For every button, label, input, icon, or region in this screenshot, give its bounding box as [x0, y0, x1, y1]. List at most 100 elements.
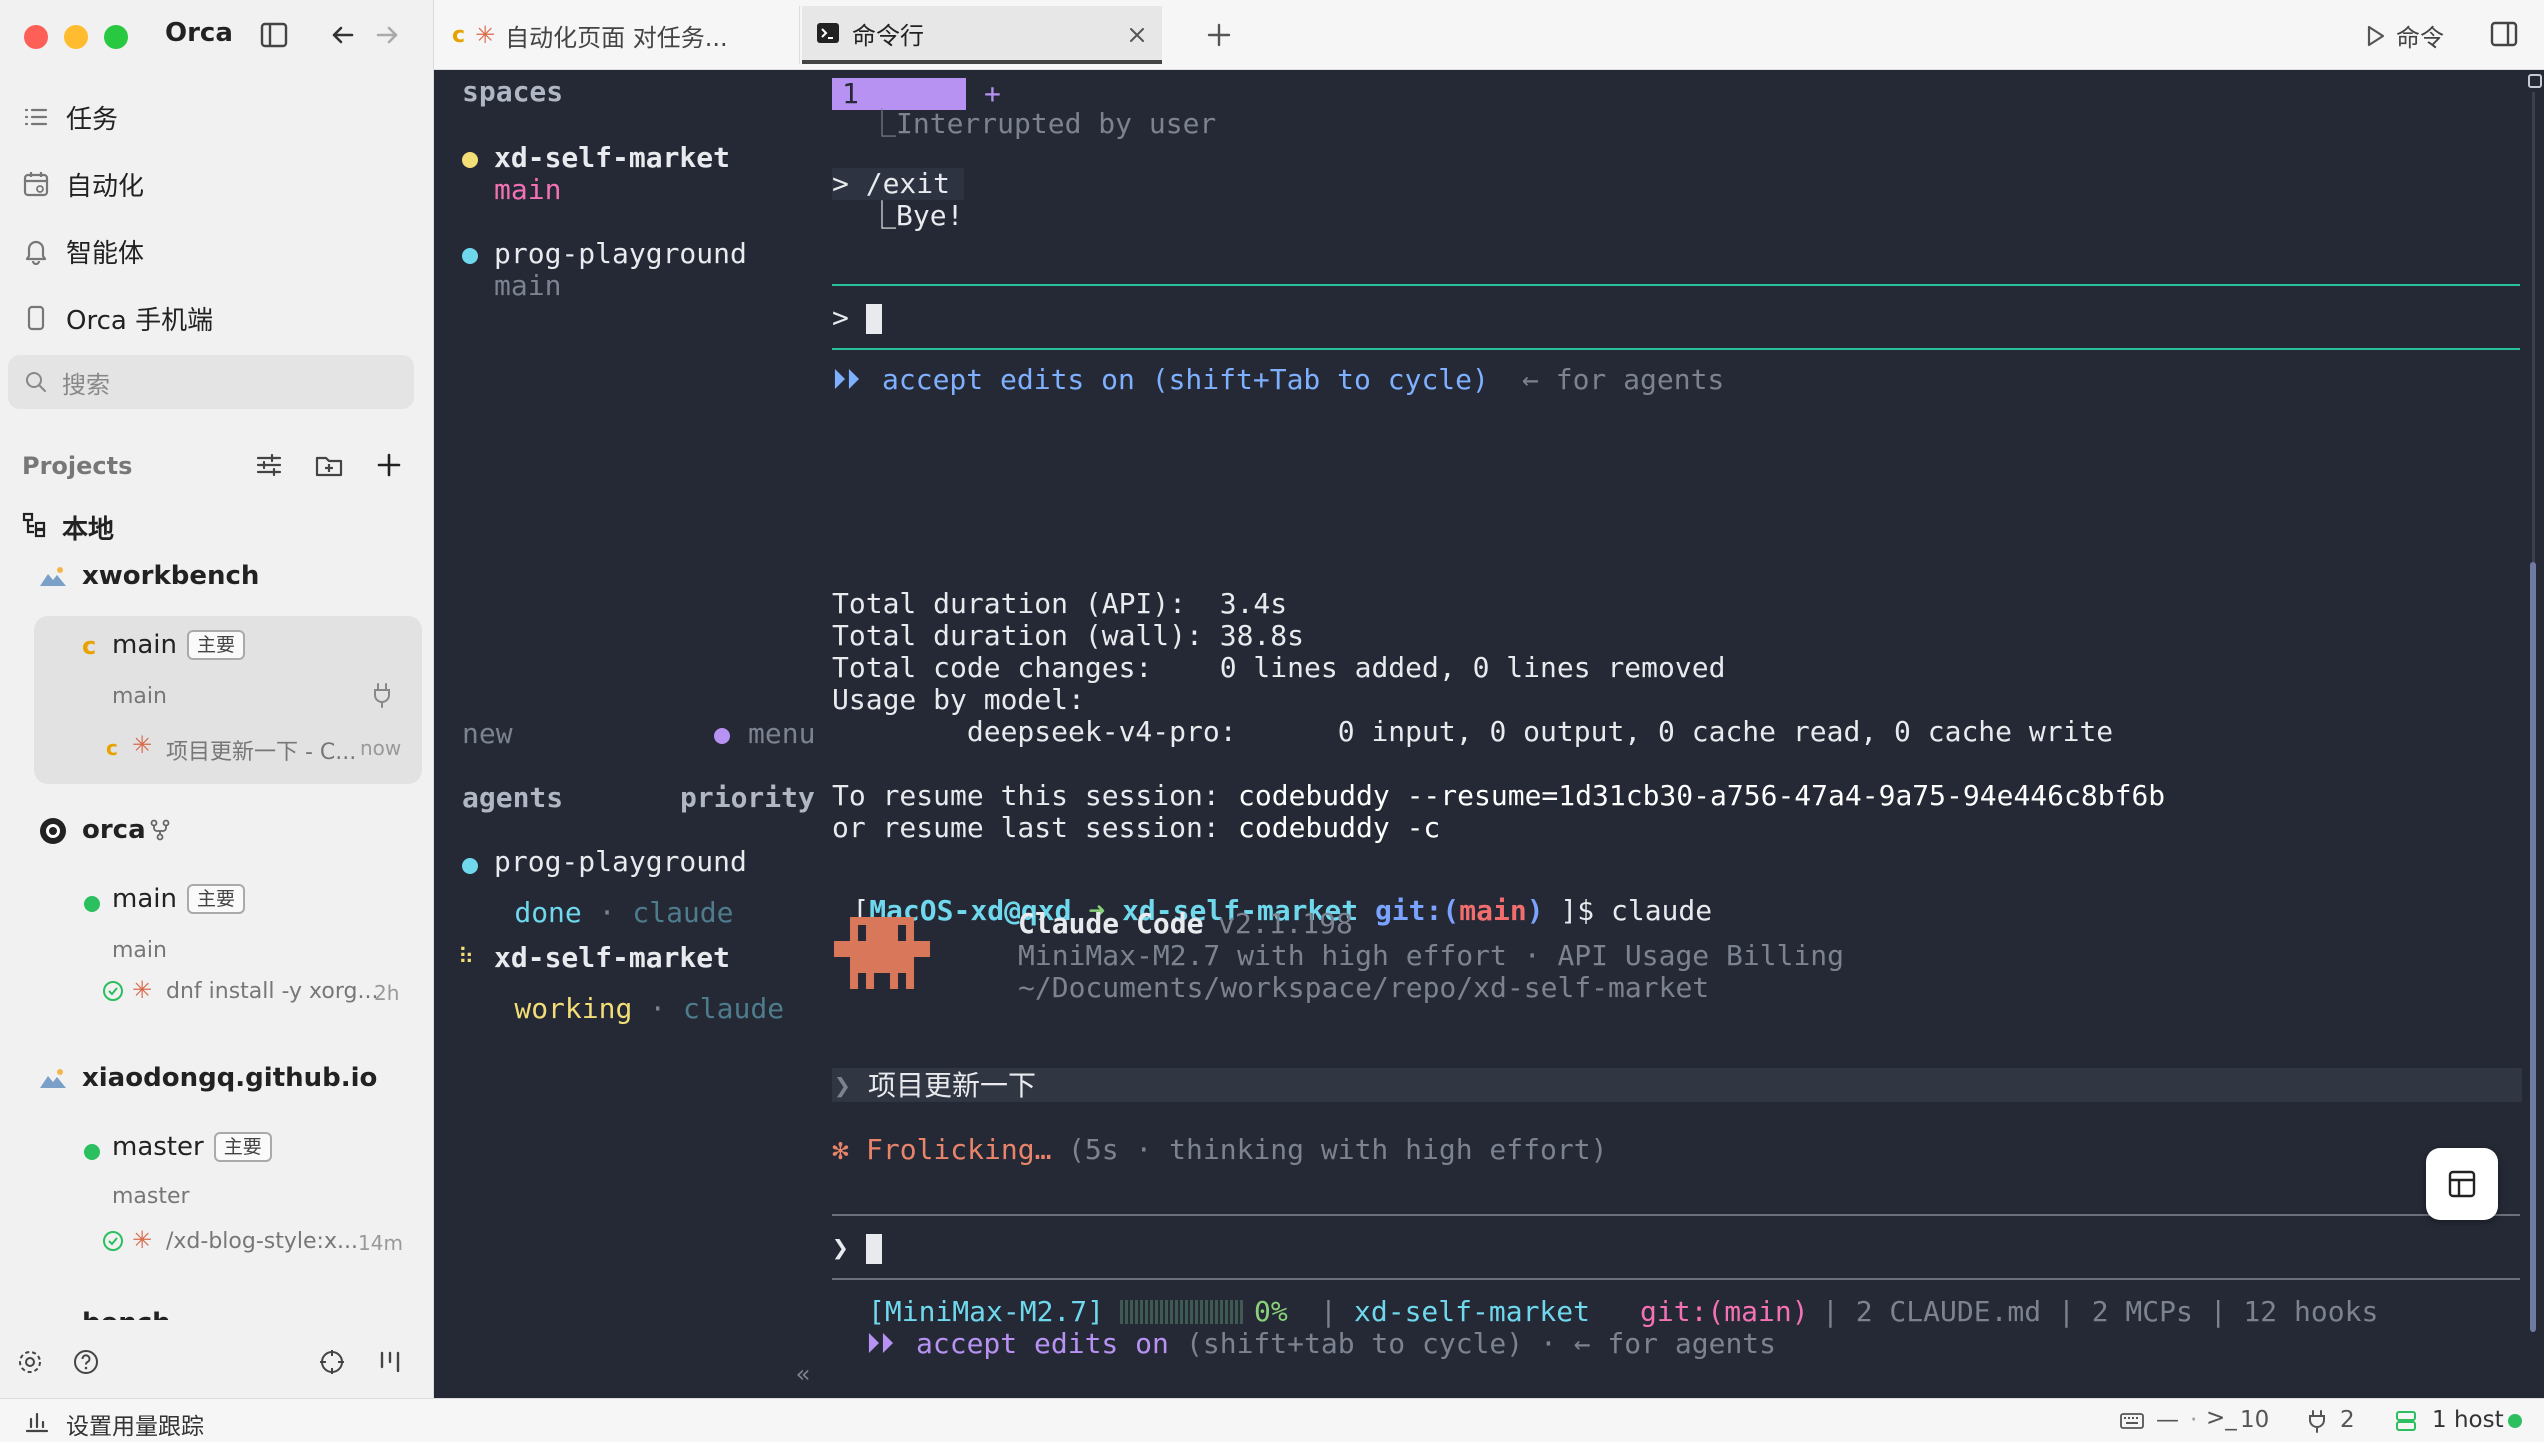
scrollbar-top-icon[interactable]	[2528, 74, 2542, 88]
tab-terminal[interactable]: 命令行	[802, 6, 1162, 64]
nav-agents[interactable]: 智能体	[22, 226, 144, 276]
agent-status-dot	[462, 858, 478, 874]
resume-command: codebuddy --resume=1d31cb30-a756-47a4-9a…	[1238, 779, 2166, 812]
gear-icon[interactable]	[16, 1348, 44, 1376]
primary-badge: 主要	[213, 1132, 272, 1162]
task-time: now	[360, 736, 402, 760]
terminal-icon	[817, 23, 839, 43]
status-separator: |	[1320, 1295, 1337, 1328]
new-space-button[interactable]: new	[462, 718, 513, 750]
window-tab-add[interactable]: +	[984, 78, 1001, 110]
worktree-subbranch: master	[112, 1184, 190, 1209]
status-git: git:(main)	[1640, 1295, 1809, 1328]
filter-icon[interactable]	[254, 450, 284, 480]
add-project-icon[interactable]	[374, 450, 404, 480]
claude-spark-icon: ✳	[475, 21, 496, 49]
claude-code-version: v2.1.198	[1218, 907, 1353, 940]
space-dot	[462, 152, 478, 168]
status-bar: 设置用量跟踪 — · >_ 10 2 1 host	[0, 1398, 2544, 1442]
collapse-icon[interactable]: «	[796, 1358, 810, 1390]
claude-code-title: Claude Code	[1018, 907, 1204, 940]
tree-icon	[22, 512, 46, 538]
task-time: 14m	[358, 1231, 403, 1255]
primary-badge: 主要	[186, 884, 245, 914]
separator-dot: ·	[2190, 1407, 2198, 1433]
project-name[interactable]: xworkbench	[82, 561, 259, 591]
agent-tool: claude	[682, 992, 785, 1025]
back-arrow-icon[interactable]	[328, 20, 358, 50]
new-tab-icon[interactable]	[1204, 20, 1234, 50]
nav-mobile[interactable]: Orca 手机端	[22, 293, 213, 343]
run-command-button[interactable]: 命令	[2362, 18, 2444, 53]
orca-logo-icon	[40, 818, 66, 844]
git-fork-icon	[150, 819, 170, 841]
interrupted-line: ⎿Interrupted by user	[868, 107, 1217, 140]
window-tab-number: 1	[842, 77, 859, 110]
claude-code-path: ~/Documents/workspace/repo/xd-self-marke…	[1018, 971, 1710, 1004]
nav-tasks[interactable]: 任务	[22, 92, 118, 142]
close-window-button[interactable]	[24, 25, 48, 49]
text-cursor	[866, 304, 882, 334]
stats-line: deepseek-v4-pro: 0 input, 0 output, 0 ca…	[832, 715, 2114, 748]
branch-icon: c	[82, 632, 97, 660]
agent-name[interactable]: prog-playground	[494, 846, 747, 878]
nav-mobile-label: Orca 手机端	[66, 305, 214, 336]
space-branch: main	[494, 269, 562, 302]
input-top-border	[832, 284, 2520, 286]
help-icon[interactable]	[72, 1348, 100, 1376]
port-count[interactable]: 2	[2340, 1407, 2355, 1433]
worktree-subbranch: main	[112, 684, 167, 709]
sidebar-toggle-icon[interactable]	[258, 19, 290, 51]
forward-arrow-icon[interactable]	[372, 20, 402, 50]
menu-button[interactable]: menu	[748, 718, 815, 750]
task-title[interactable]: dnf install -y xorg...	[166, 979, 378, 1004]
target-icon[interactable]	[318, 1348, 346, 1376]
minimize-window-button[interactable]	[64, 25, 88, 49]
prompt-caret: ❯	[832, 1231, 849, 1264]
spinner-glyph: ✻	[832, 1133, 849, 1166]
prompt-caret: >	[832, 301, 849, 334]
keyboard-icon[interactable]	[2120, 1411, 2144, 1431]
nav-automation[interactable]: 自动化	[22, 159, 144, 209]
user-message-prefix: ❯	[834, 1069, 851, 1102]
status-rest: | 2 CLAUDE.md | 2 MCPs | 12 hooks	[1822, 1295, 2379, 1328]
stats-line: Total duration (wall): 38.8s	[832, 619, 1305, 652]
terminal-pane[interactable]: 1 + ⎿Interrupted by user > /exit ⎿Bye! >…	[820, 70, 2544, 1398]
right-panel-toggle-icon[interactable]	[2488, 18, 2520, 50]
close-tab-icon[interactable]	[1126, 24, 1148, 46]
user-message: 项目更新一下	[868, 1069, 1037, 1102]
task-title[interactable]: 项目更新一下 - C...	[166, 734, 356, 766]
status-percent: 0%	[1254, 1295, 1288, 1328]
tab-bar: c ✳ 自动化页面 对任务... 命令行 命令	[434, 0, 2544, 70]
tab-label: 命令行	[852, 21, 924, 50]
layout-toggle-button[interactable]	[2426, 1148, 2498, 1220]
usage-tracking-link[interactable]: 设置用量跟踪	[66, 1407, 204, 1441]
host-count[interactable]: 1 host	[2432, 1407, 2504, 1433]
add-folder-icon[interactable]	[314, 450, 344, 480]
plug-icon[interactable]	[370, 682, 394, 708]
tab-automation[interactable]: c ✳ 自动化页面 对任务...	[434, 6, 800, 64]
primary-badge: 主要	[186, 630, 245, 660]
zoom-window-button[interactable]	[104, 25, 128, 49]
terminal-count[interactable]: 10	[2240, 1407, 2269, 1433]
project-name[interactable]: bench	[82, 1308, 171, 1320]
dash-indicator: —	[2156, 1407, 2179, 1433]
shell-git-close: )	[1526, 894, 1544, 927]
panel-columns-icon[interactable]	[376, 1348, 404, 1376]
server-icon	[2396, 1411, 2416, 1431]
run-command-label: 命令	[2396, 24, 2444, 52]
scrollbar-thumb[interactable]	[2530, 562, 2536, 1332]
tmux-sidebar: spaces xd-self-market main prog-playgrou…	[434, 70, 820, 1398]
task-title[interactable]: /xd-blog-style:x...	[166, 1229, 358, 1254]
project-name[interactable]: orca	[82, 815, 146, 845]
bell-icon	[25, 240, 47, 265]
search-input[interactable]: 搜索	[8, 355, 414, 409]
priority-header[interactable]: priority	[680, 782, 815, 814]
frolicking-detail: (5s · thinking with high effort)	[1068, 1133, 1608, 1166]
project-name[interactable]: xiaodongq.github.io	[82, 1063, 377, 1093]
input-top-border	[832, 1214, 2520, 1216]
space-name[interactable]: xd-self-market	[494, 142, 730, 174]
agent-name[interactable]: xd-self-market	[494, 942, 730, 974]
space-name[interactable]: prog-playground	[494, 238, 747, 270]
search-icon	[26, 372, 46, 392]
